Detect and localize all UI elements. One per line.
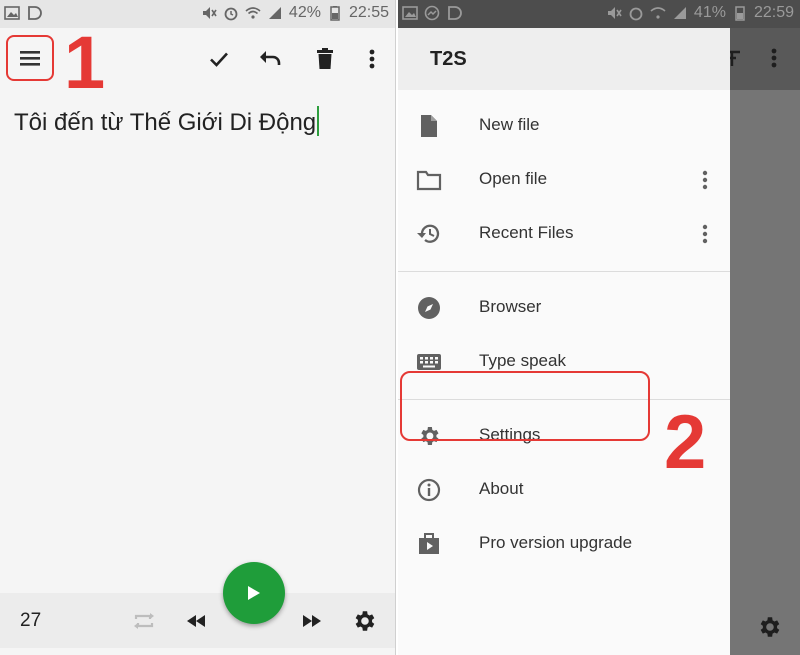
drawer-header: T2S bbox=[398, 28, 730, 90]
wifi-icon bbox=[650, 7, 666, 19]
gallery-icon bbox=[402, 6, 418, 20]
status-bar-dimmed: 41% 22:59 bbox=[398, 0, 800, 28]
delete-button[interactable] bbox=[310, 44, 340, 74]
more-vert-icon bbox=[771, 48, 777, 68]
overflow-menu-button[interactable] bbox=[357, 44, 387, 74]
compass-icon bbox=[418, 297, 440, 319]
rewind-button[interactable] bbox=[180, 605, 212, 637]
clock: 22:59 bbox=[753, 4, 794, 21]
history-icon bbox=[417, 224, 440, 243]
navigation-drawer: T2S New file Open file Recent Files Brow… bbox=[398, 28, 730, 655]
play-icon bbox=[248, 586, 260, 600]
step-marker-2: 2 bbox=[664, 400, 707, 485]
keyboard-icon bbox=[417, 354, 441, 370]
signal-icon bbox=[673, 7, 686, 19]
menu-button[interactable] bbox=[6, 35, 54, 81]
folder-icon bbox=[416, 170, 442, 191]
repeat-button[interactable] bbox=[128, 605, 160, 637]
briefcase-play-icon bbox=[419, 533, 439, 554]
drawer-item-label: New file bbox=[479, 115, 540, 134]
drawer-item-label: Pro version upgrade bbox=[479, 533, 633, 552]
check-icon bbox=[210, 52, 228, 67]
file-icon bbox=[421, 115, 437, 137]
clock: 22:55 bbox=[348, 4, 389, 21]
drawer-title: T2S bbox=[430, 48, 467, 70]
gallery-icon bbox=[4, 6, 20, 20]
drawer-item-recent-files[interactable]: Recent Files bbox=[398, 207, 730, 261]
app-toolbar: 1 bbox=[0, 26, 395, 100]
editor-text: Tôi đến từ Thế Giới Di Động bbox=[14, 109, 317, 136]
save-button[interactable] bbox=[204, 44, 234, 74]
drawer-item-pro-upgrade[interactable]: Pro version upgrade bbox=[398, 517, 730, 571]
text-caret bbox=[317, 106, 320, 136]
mute-icon bbox=[607, 7, 622, 19]
playback-bar: 27 bbox=[0, 593, 395, 648]
settings-icon bbox=[355, 611, 375, 631]
char-count: 27 bbox=[20, 610, 42, 631]
open-file-more-button[interactable] bbox=[700, 167, 710, 193]
text-editor[interactable]: Tôi đến từ Thế Giới Di Động bbox=[14, 106, 385, 138]
battery-icon bbox=[735, 6, 745, 21]
messenger-icon bbox=[424, 5, 440, 21]
info-icon bbox=[417, 478, 441, 502]
delete-icon bbox=[317, 48, 333, 69]
wifi-icon bbox=[245, 7, 261, 19]
drawer-item-label: Recent Files bbox=[479, 223, 574, 242]
drawer-item-label: Browser bbox=[479, 297, 542, 316]
drawer-item-label: About bbox=[479, 479, 524, 498]
settings-icon bbox=[760, 617, 780, 637]
fast-forward-icon bbox=[303, 615, 321, 627]
drawer-screen: 41% 22:59 T2S New file Open file Recent … bbox=[398, 0, 800, 655]
drawer-item-open-file[interactable]: Open file bbox=[398, 153, 730, 207]
repeat-icon bbox=[134, 613, 154, 629]
menu-icon bbox=[20, 51, 40, 66]
step-marker-1: 1 bbox=[64, 21, 106, 104]
mute-icon bbox=[202, 7, 217, 19]
drawer-item-new-file[interactable]: New file bbox=[398, 99, 730, 153]
undo-button[interactable] bbox=[256, 44, 286, 74]
battery-percent: 42% bbox=[288, 4, 321, 21]
alarm-icon bbox=[224, 7, 238, 21]
drawer-item-label: Open file bbox=[479, 169, 548, 188]
settings-highlight-box bbox=[400, 371, 650, 441]
alarm-icon bbox=[629, 7, 643, 21]
more-vert-icon bbox=[369, 49, 375, 69]
rewind-icon bbox=[187, 615, 205, 627]
battery-percent: 41% bbox=[693, 4, 726, 21]
recent-files-more-button[interactable] bbox=[700, 221, 710, 247]
play-button[interactable] bbox=[223, 562, 285, 624]
status-bar: 42% 22:55 bbox=[0, 0, 395, 28]
battery-icon bbox=[330, 6, 340, 21]
drawer-item-browser[interactable]: Browser bbox=[398, 281, 730, 335]
drawer-item-label: Type speak bbox=[479, 351, 566, 370]
fast-forward-button[interactable] bbox=[296, 605, 328, 637]
app-notification-icon bbox=[448, 6, 462, 20]
undo-icon bbox=[260, 51, 281, 65]
signal-icon bbox=[268, 7, 281, 19]
more-vert-icon bbox=[702, 170, 708, 190]
editor-screen: 42% 22:55 1 Tôi đến từ Thế Giới Di Động … bbox=[0, 0, 396, 655]
settings-button[interactable] bbox=[348, 605, 380, 637]
more-vert-icon bbox=[702, 224, 708, 244]
app-notification-icon bbox=[28, 6, 42, 20]
